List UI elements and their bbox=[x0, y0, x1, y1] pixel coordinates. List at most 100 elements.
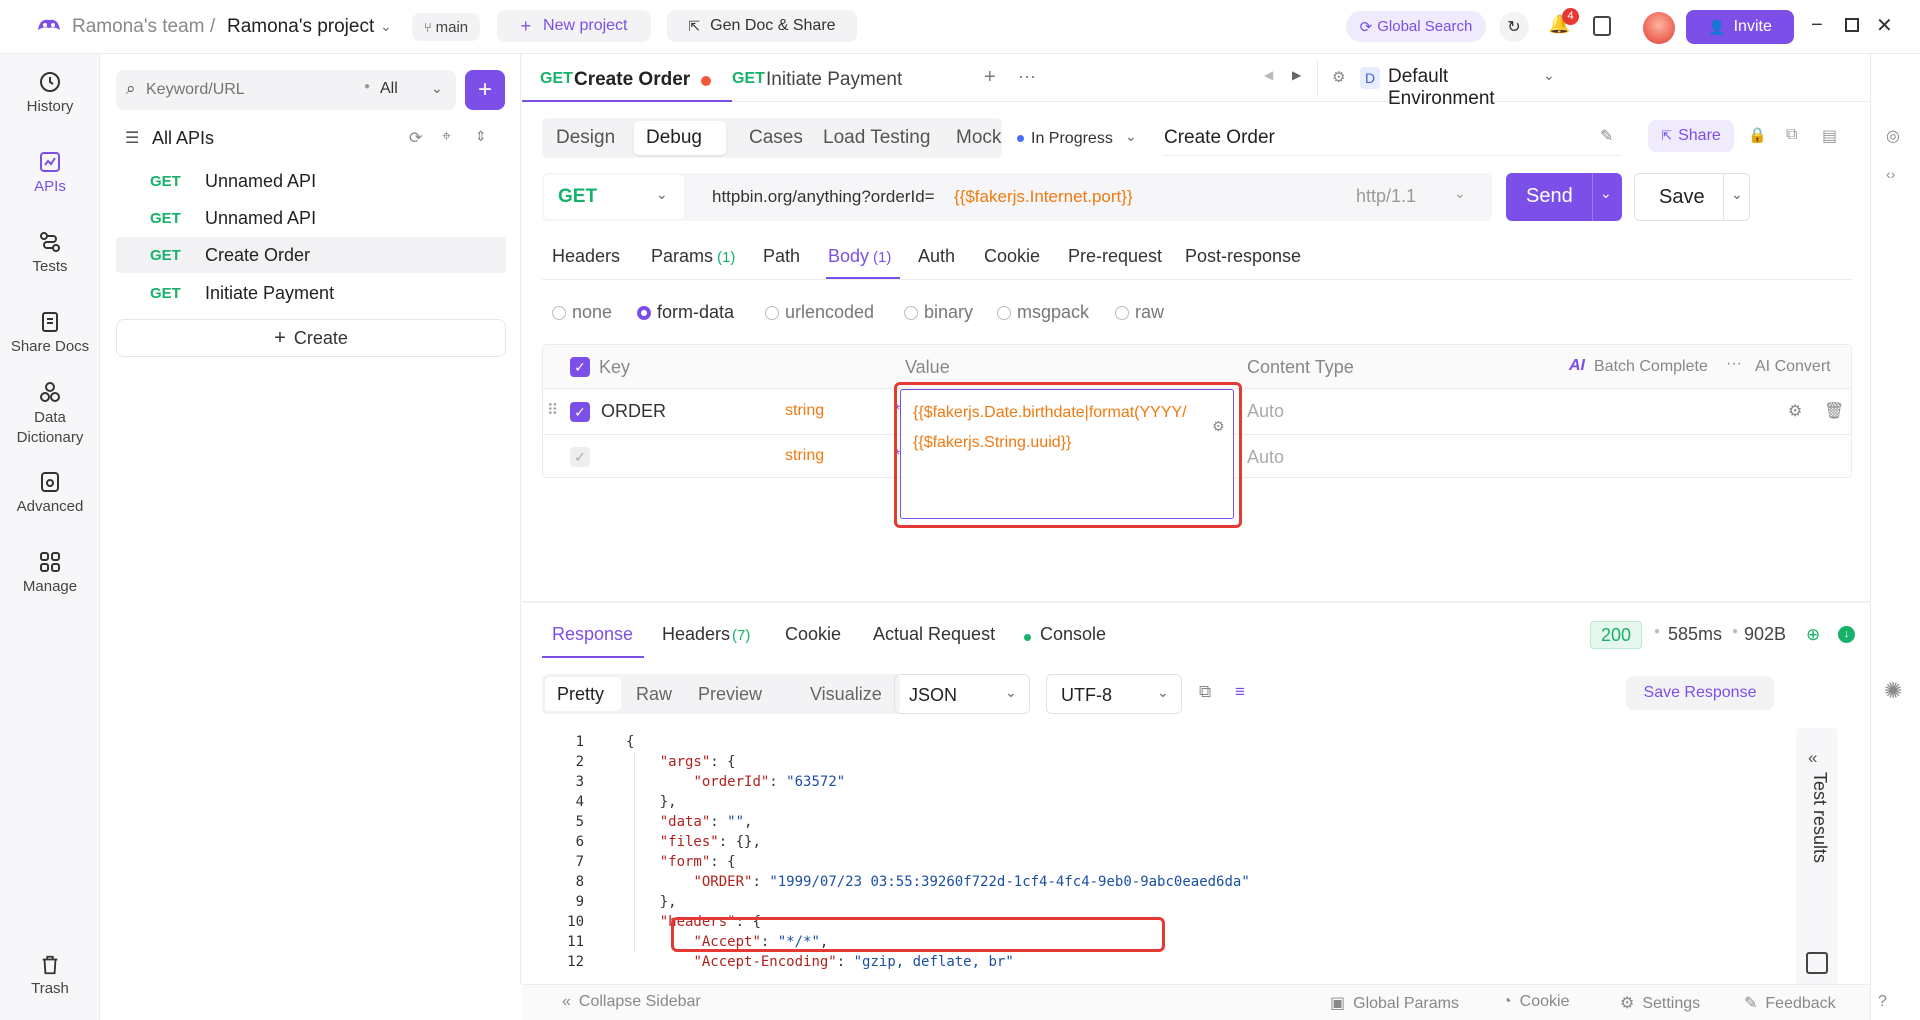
nav-apis[interactable]: APIs bbox=[0, 150, 100, 195]
gen-doc-share-button[interactable]: ⇱ Gen Doc & Share bbox=[667, 10, 857, 42]
minimize-icon[interactable]: − bbox=[1811, 14, 1823, 37]
settings-button[interactable]: ⚙ Settings bbox=[1620, 993, 1700, 1013]
body-type-form-data[interactable]: form-data bbox=[637, 302, 734, 323]
maximize-icon[interactable] bbox=[1845, 18, 1859, 32]
settings-icon[interactable]: ⚙ bbox=[1788, 401, 1802, 421]
mode-load-testing[interactable]: Load Testing bbox=[823, 127, 930, 149]
send-button[interactable]: Send ⌄ bbox=[1506, 173, 1622, 221]
resp-tab-cookie[interactable]: Cookie bbox=[785, 624, 841, 645]
param-content-type[interactable]: Auto bbox=[1247, 401, 1284, 422]
scroll-left-icon[interactable]: ◀ bbox=[1264, 68, 1273, 82]
view-visualize[interactable]: Visualize bbox=[810, 684, 882, 705]
req-tab-body[interactable]: Body bbox=[828, 246, 869, 267]
copy-icon[interactable]: ⧉ bbox=[1786, 126, 1797, 144]
view-pretty[interactable]: Pretty bbox=[557, 684, 604, 705]
info-icon[interactable]: ◎ bbox=[1886, 126, 1900, 146]
layout-toggle-icon[interactable] bbox=[1806, 952, 1828, 974]
nav-manage[interactable]: Manage bbox=[0, 550, 100, 595]
row-checkbox-disabled[interactable]: ✓ bbox=[570, 447, 590, 467]
share-button[interactable]: ⇱ Share bbox=[1648, 120, 1734, 152]
drag-handle-icon[interactable]: ⠿ bbox=[547, 401, 558, 419]
mode-design[interactable]: Design bbox=[556, 127, 615, 149]
resp-tab-response[interactable]: Response bbox=[552, 624, 633, 645]
new-tab-plus-icon[interactable]: + bbox=[984, 66, 996, 89]
search-box[interactable]: ⌕ ● All ⌄ bbox=[116, 70, 456, 110]
body-type-none[interactable]: none bbox=[552, 302, 612, 323]
wrap-lines-icon[interactable]: ≡ bbox=[1235, 682, 1245, 702]
body-type-msgpack[interactable]: msgpack bbox=[997, 302, 1089, 323]
save-response-button[interactable]: Save Response bbox=[1626, 676, 1774, 710]
panel-splitter[interactable] bbox=[522, 601, 1870, 603]
archive-icon[interactable]: ▤ bbox=[1822, 126, 1837, 146]
param-type[interactable]: string bbox=[785, 402, 824, 420]
add-api-button[interactable]: + bbox=[465, 70, 505, 110]
delete-icon[interactable]: 🗑 bbox=[1824, 401, 1844, 421]
test-results-panel[interactable]: « Test results bbox=[1796, 728, 1838, 992]
protocol-select[interactable]: http/1.1 bbox=[1356, 186, 1416, 207]
scroll-right-icon[interactable]: ▶ bbox=[1292, 68, 1301, 82]
req-tab-params[interactable]: Params bbox=[651, 246, 713, 267]
docs-button[interactable] bbox=[1593, 16, 1611, 36]
global-search-button[interactable]: ⟳ Global Search bbox=[1346, 11, 1486, 42]
resp-tab-actual-request[interactable]: Actual Request bbox=[873, 624, 995, 645]
method-select[interactable]: GET ⌄ bbox=[544, 175, 684, 219]
tab-initiate-payment[interactable]: GET Initiate Payment bbox=[732, 54, 932, 102]
code-icon[interactable]: ‹› bbox=[1886, 166, 1895, 182]
notifications-button[interactable]: 🔔 4 bbox=[1548, 8, 1579, 40]
locate-icon[interactable]: ⌖ bbox=[442, 128, 451, 146]
batch-complete-button[interactable]: Batch Complete bbox=[1594, 358, 1708, 376]
select-all-checkbox[interactable]: ✓ bbox=[570, 357, 590, 377]
api-item[interactable]: GET Initiate Payment bbox=[116, 275, 506, 311]
api-item[interactable]: GET Unnamed API bbox=[116, 163, 506, 199]
chevron-down-icon[interactable]: ⌄ bbox=[380, 18, 392, 35]
api-item-selected[interactable]: GET Create Order bbox=[116, 237, 506, 273]
global-params-button[interactable]: ▣ Global Params bbox=[1330, 993, 1459, 1013]
tab-create-order[interactable]: GET Create Order bbox=[522, 54, 732, 102]
view-preview[interactable]: Preview bbox=[698, 684, 762, 705]
sync-button[interactable]: ↻ bbox=[1499, 12, 1529, 42]
cookie-button[interactable]: ◔ Cookie bbox=[1502, 993, 1569, 1011]
refresh-icon[interactable]: ⟳ bbox=[409, 128, 422, 148]
nav-history[interactable]: History bbox=[0, 70, 100, 115]
avatar[interactable] bbox=[1643, 12, 1675, 44]
body-type-urlencoded[interactable]: urlencoded bbox=[765, 302, 874, 323]
search-input[interactable] bbox=[146, 78, 366, 102]
url-input[interactable]: httpbin.org/anything?orderId= bbox=[712, 187, 935, 207]
api-item[interactable]: GET Unnamed API bbox=[116, 200, 506, 236]
resp-tab-headers[interactable]: Headers bbox=[662, 624, 730, 645]
collapse-sidebar-button[interactable]: « Collapse Sidebar bbox=[562, 993, 701, 1011]
team-name[interactable]: Ramona's team bbox=[72, 16, 204, 38]
feedback-button[interactable]: ✎ Feedback bbox=[1744, 993, 1836, 1013]
body-type-binary[interactable]: binary bbox=[904, 302, 973, 323]
save-button[interactable]: Save ⌄ bbox=[1634, 173, 1750, 221]
req-tab-pre-request[interactable]: Pre-request bbox=[1068, 246, 1162, 267]
view-raw[interactable]: Raw bbox=[636, 684, 672, 705]
encoding-select[interactable]: UTF-8 ⌄ bbox=[1046, 674, 1182, 714]
body-type-raw[interactable]: raw bbox=[1115, 302, 1164, 323]
more-tabs-icon[interactable]: ··· bbox=[1018, 66, 1036, 87]
nav-share-docs[interactable]: Share Docs bbox=[0, 310, 100, 355]
param-content-type[interactable]: Auto bbox=[1247, 447, 1284, 468]
format-select[interactable]: JSON ⌄ bbox=[894, 674, 1030, 714]
param-type[interactable]: string bbox=[785, 447, 824, 465]
status-selector[interactable]: In Progress ⌄ bbox=[1017, 128, 1145, 152]
branch-selector[interactable]: ⑂ main bbox=[412, 13, 480, 41]
req-tab-headers[interactable]: Headers bbox=[552, 246, 620, 267]
mode-cases[interactable]: Cases bbox=[749, 127, 803, 149]
create-button[interactable]: + Create bbox=[116, 319, 506, 357]
collapse-expand-icon[interactable]: ⇕ bbox=[475, 128, 487, 145]
help-icon[interactable]: ? bbox=[1878, 993, 1887, 1011]
api-tree-title[interactable]: All APIs bbox=[152, 128, 214, 149]
req-tab-auth[interactable]: Auth bbox=[918, 246, 955, 267]
project-name[interactable]: Ramona's project bbox=[227, 16, 374, 38]
new-project-button[interactable]: + New project bbox=[497, 10, 651, 42]
resp-tab-console[interactable]: Console bbox=[1040, 624, 1106, 645]
nav-trash[interactable]: Trash bbox=[0, 954, 100, 997]
nav-tests[interactable]: Tests bbox=[0, 230, 100, 275]
nav-data-dictionary[interactable]: Data Dictionary bbox=[0, 380, 100, 448]
req-tab-cookie[interactable]: Cookie bbox=[984, 246, 1040, 267]
globe-icon[interactable]: ⊕ bbox=[1806, 625, 1820, 645]
ai-assistant-icon[interactable]: ✺ bbox=[1884, 678, 1902, 704]
api-name-field[interactable]: Create Order bbox=[1162, 120, 1622, 156]
edit-icon[interactable]: ✎ bbox=[1600, 126, 1613, 146]
